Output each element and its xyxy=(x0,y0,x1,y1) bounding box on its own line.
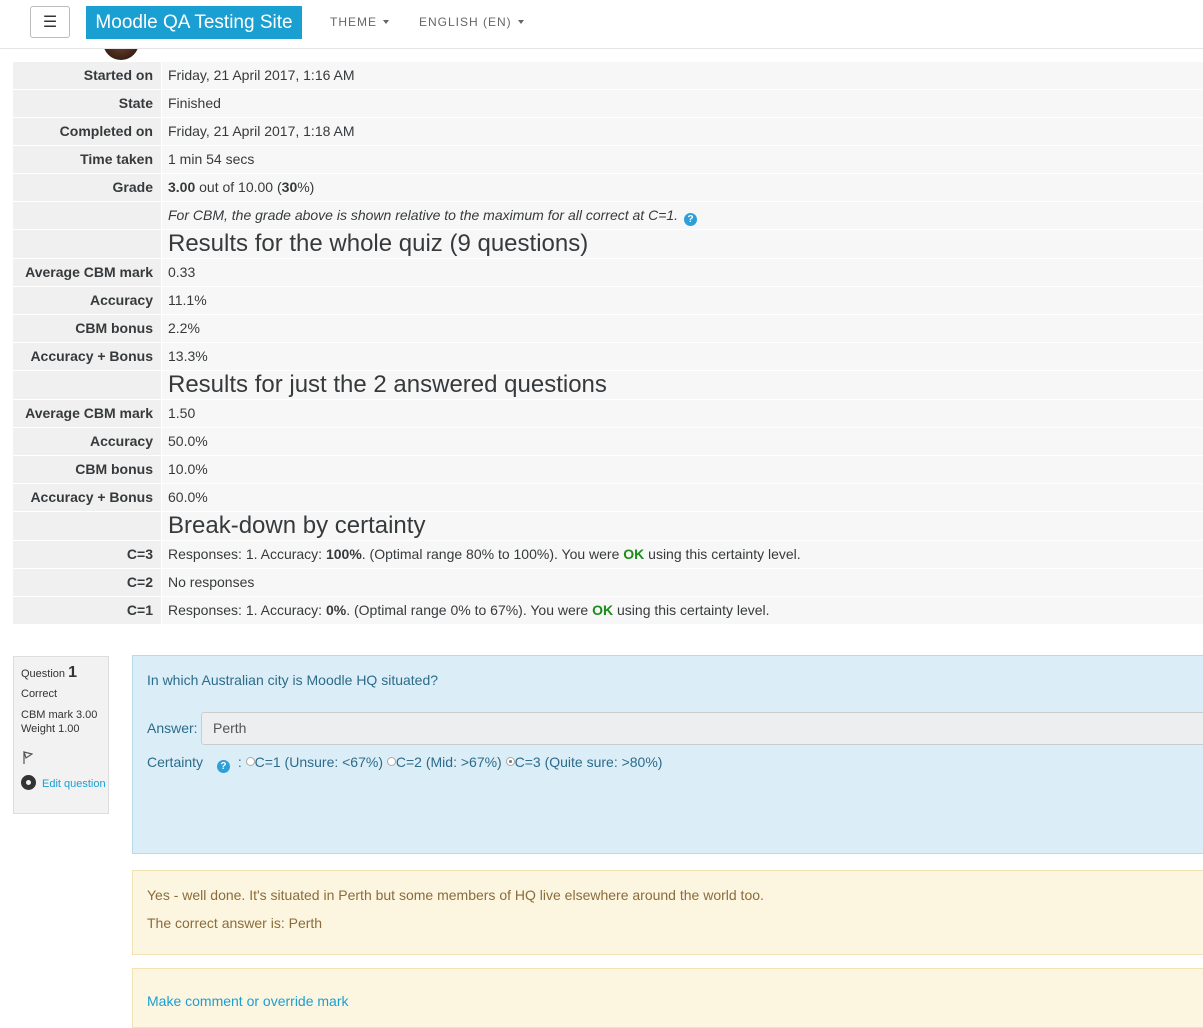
hamburger-icon: ☰ xyxy=(43,12,57,32)
completed-on-label: Completed on xyxy=(13,118,162,146)
started-on-label: Started on xyxy=(13,62,162,90)
certainty-radio-c3[interactable] xyxy=(506,757,515,766)
comment-panel: Make comment or override mark xyxy=(132,968,1203,1028)
gear-icon xyxy=(21,775,36,790)
whole-quiz-heading: Results for the whole quiz (9 questions) xyxy=(162,230,1203,259)
answered-avg-value: 1.50 xyxy=(162,400,1203,428)
question-info-panel: Question 1 Correct CBM mark 3.00 Weight … xyxy=(13,656,109,814)
c2-label: C=2 xyxy=(13,569,162,597)
c3-label: C=3 xyxy=(13,541,162,569)
summary-row: Results for just the 2 answered question… xyxy=(13,371,1203,400)
breakdown-heading: Break-down by certainty xyxy=(162,512,1203,541)
summary-row: Accuracy11.1% xyxy=(13,287,1203,315)
answered-acc-bonus-label: Accuracy + Bonus xyxy=(13,484,162,512)
certainty-label: Certainty xyxy=(147,754,203,770)
c1-label: C=1 xyxy=(13,597,162,625)
summary-row: CBM bonus10.0% xyxy=(13,456,1203,484)
started-on-value: Friday, 21 April 2017, 1:16 AM xyxy=(162,62,1203,90)
whole-accuracy-label: Accuracy xyxy=(13,287,162,315)
summary-row: StateFinished xyxy=(13,90,1203,118)
language-menu-label: ENGLISH (EN) xyxy=(419,15,512,29)
site-name-link[interactable]: Moodle QA Testing Site xyxy=(86,6,302,39)
whole-acc-bonus-label: Accuracy + Bonus xyxy=(13,343,162,371)
help-icon[interactable]: ? xyxy=(217,760,230,773)
summary-row: Started onFriday, 21 April 2017, 1:16 AM xyxy=(13,62,1203,90)
state-label: State xyxy=(13,90,162,118)
c1-value: Responses: 1. Accuracy: 0%. (Optimal ran… xyxy=(162,597,1203,625)
answered-acc-bonus-value: 60.0% xyxy=(162,484,1203,512)
comment-override-link[interactable]: Make comment or override mark xyxy=(147,993,349,1009)
summary-row: Break-down by certainty xyxy=(13,512,1203,541)
ok-badge: OK xyxy=(623,546,644,562)
summary-row: Completed onFriday, 21 April 2017, 1:18 … xyxy=(13,118,1203,146)
question-status: Correct xyxy=(21,688,101,700)
correct-answer-text: The correct answer is: Perth xyxy=(147,915,322,931)
summary-row: C=3Responses: 1. Accuracy: 100%. (Optima… xyxy=(13,541,1203,569)
help-icon[interactable]: ? xyxy=(684,213,697,226)
feedback-text: Yes - well done. It's situated in Perth … xyxy=(147,887,764,903)
caret-down-icon xyxy=(383,20,389,24)
certainty-group: Certainty ? : C=1 (Unsure: <67%) C=2 (Mi… xyxy=(147,754,662,773)
theme-menu-label: THEME xyxy=(330,15,377,29)
flag-icon[interactable] xyxy=(23,751,33,765)
summary-row: C=1Responses: 1. Accuracy: 0%. (Optimal … xyxy=(13,597,1203,625)
summary-row: Time taken1 min 54 secs xyxy=(13,146,1203,174)
cbm-grade-note: For CBM, the grade above is shown relati… xyxy=(162,202,1203,230)
summary-row: Accuracy + Bonus13.3% xyxy=(13,343,1203,371)
answered-bonus-value: 10.0% xyxy=(162,456,1203,484)
hamburger-menu-button[interactable]: ☰ xyxy=(30,6,70,38)
certainty-option-c2: C=2 (Mid: >67%) xyxy=(396,754,502,770)
question-cbm-mark: CBM mark 3.00 xyxy=(21,709,101,721)
answered-heading: Results for just the 2 answered question… xyxy=(162,371,1203,400)
edit-question-link[interactable]: Edit question xyxy=(21,775,106,793)
state-value: Finished xyxy=(162,90,1203,118)
summary-row: Average CBM mark1.50 xyxy=(13,400,1203,428)
answer-label: Answer: xyxy=(147,720,198,736)
whole-avg-label: Average CBM mark xyxy=(13,259,162,287)
summary-row: Grade3.00 out of 10.00 (30%) xyxy=(13,174,1203,202)
question-text: In which Australian city is Moodle HQ si… xyxy=(147,672,438,688)
time-taken-value: 1 min 54 secs xyxy=(162,146,1203,174)
whole-bonus-label: CBM bonus xyxy=(13,315,162,343)
answered-accuracy-value: 50.0% xyxy=(162,428,1203,456)
answered-avg-label: Average CBM mark xyxy=(13,400,162,428)
completed-on-value: Friday, 21 April 2017, 1:18 AM xyxy=(162,118,1203,146)
question-feedback: Yes - well done. It's situated in Perth … xyxy=(132,870,1203,955)
summary-row: C=2No responses xyxy=(13,569,1203,597)
language-menu[interactable]: ENGLISH (EN) xyxy=(419,15,524,29)
c3-value: Responses: 1. Accuracy: 100%. (Optimal r… xyxy=(162,541,1203,569)
summary-row: Accuracy50.0% xyxy=(13,428,1203,456)
summary-row: Results for the whole quiz (9 questions) xyxy=(13,230,1203,259)
summary-row: For CBM, the grade above is shown relati… xyxy=(13,202,1203,230)
attempt-summary: Started onFriday, 21 April 2017, 1:16 AM… xyxy=(13,62,1203,625)
whole-bonus-value: 2.2% xyxy=(162,315,1203,343)
certainty-radio-c1[interactable] xyxy=(246,757,255,766)
certainty-option-c1: C=1 (Unsure: <67%) xyxy=(255,754,383,770)
caret-down-icon xyxy=(518,20,524,24)
question-number: Question 1 xyxy=(21,664,101,682)
certainty-radio-c2[interactable] xyxy=(387,757,396,766)
grade-label: Grade xyxy=(13,174,162,202)
summary-row: Accuracy + Bonus60.0% xyxy=(13,484,1203,512)
theme-menu[interactable]: THEME xyxy=(330,15,389,29)
question-weight: Weight 1.00 xyxy=(21,723,101,735)
whole-acc-bonus-value: 13.3% xyxy=(162,343,1203,371)
question-formulation: In which Australian city is Moodle HQ si… xyxy=(132,655,1203,854)
summary-row: Average CBM mark0.33 xyxy=(13,259,1203,287)
summary-table: Started onFriday, 21 April 2017, 1:16 AM… xyxy=(13,62,1203,625)
certainty-option-c3: C=3 (Quite sure: >80%) xyxy=(515,754,663,770)
c2-value: No responses xyxy=(162,569,1203,597)
time-taken-label: Time taken xyxy=(13,146,162,174)
navbar: ☰ Moodle QA Testing Site THEME ENGLISH (… xyxy=(0,0,1203,49)
summary-row: CBM bonus2.2% xyxy=(13,315,1203,343)
answer-field[interactable]: Perth xyxy=(201,712,1203,745)
whole-accuracy-value: 11.1% xyxy=(162,287,1203,315)
answered-bonus-label: CBM bonus xyxy=(13,456,162,484)
whole-avg-value: 0.33 xyxy=(162,259,1203,287)
answered-accuracy-label: Accuracy xyxy=(13,428,162,456)
grade-value: 3.00 out of 10.00 (30%) xyxy=(162,174,1203,202)
ok-badge: OK xyxy=(592,602,613,618)
